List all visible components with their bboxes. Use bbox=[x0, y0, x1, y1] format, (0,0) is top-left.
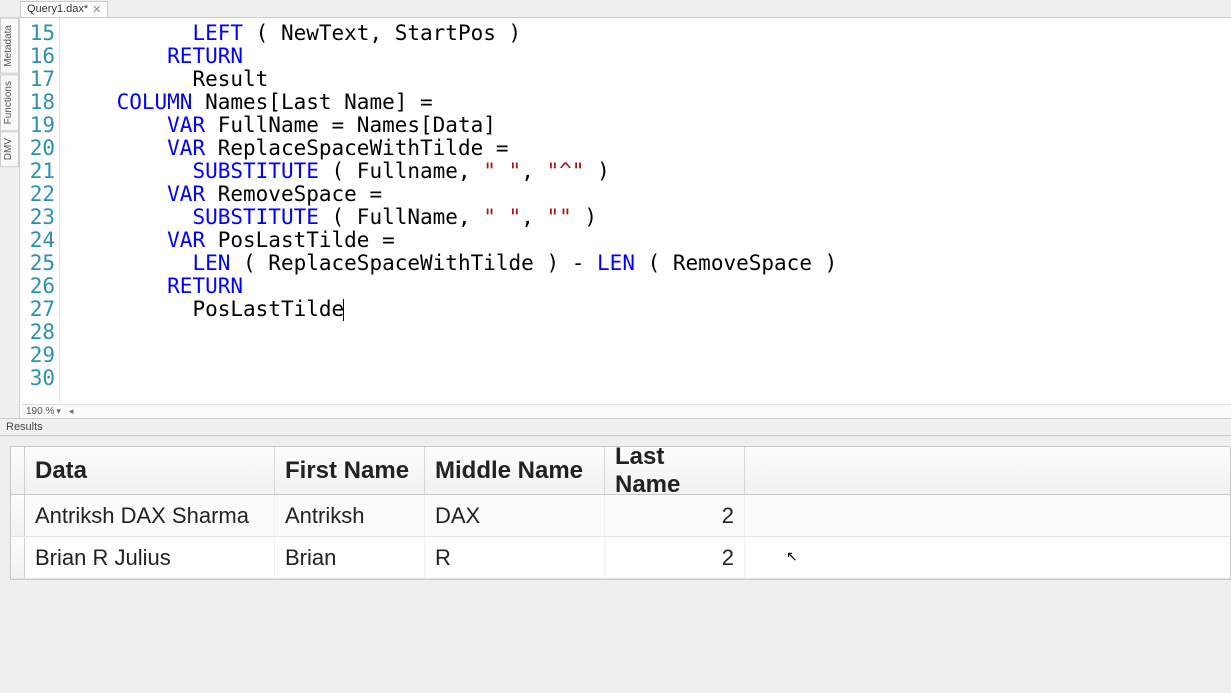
table-row[interactable]: Brian R JuliusBrianR2 bbox=[11, 537, 1230, 579]
line-number: 20 bbox=[20, 137, 55, 160]
text-caret bbox=[343, 299, 344, 321]
code-content[interactable]: LEFT ( NewText, StartPos ) RETURN Result… bbox=[60, 18, 1231, 418]
zoom-level[interactable]: 190 % bbox=[26, 406, 54, 417]
cell[interactable]: 2 bbox=[605, 537, 745, 578]
code-line[interactable]: VAR FullName = Names[Data] bbox=[66, 114, 1231, 137]
code-line[interactable]: VAR RemoveSpace = bbox=[66, 183, 1231, 206]
col-header-last-name[interactable]: Last Name bbox=[605, 447, 745, 494]
tab-title: Query1.dax* bbox=[27, 3, 88, 15]
line-number: 16 bbox=[20, 45, 55, 68]
code-line[interactable]: Result bbox=[66, 68, 1231, 91]
code-editor[interactable]: Metadata Functions DMV 15161718192021222… bbox=[0, 18, 1231, 418]
results-grid[interactable]: Data First Name Middle Name Last Name An… bbox=[10, 446, 1231, 580]
table-row[interactable]: Antriksh DAX SharmaAntrikshDAX2 bbox=[11, 495, 1230, 537]
row-handle-header bbox=[11, 447, 25, 494]
code-line[interactable]: LEFT ( NewText, StartPos ) bbox=[66, 22, 1231, 45]
col-header-data[interactable]: Data bbox=[25, 447, 275, 494]
side-tab-strip: Metadata Functions DMV bbox=[0, 18, 20, 418]
zoom-bar: 190 % ▾ ◂ bbox=[22, 404, 1231, 418]
code-line[interactable]: SUBSTITUTE ( Fullname, " ", "^" ) bbox=[66, 160, 1231, 183]
code-line[interactable]: VAR ReplaceSpaceWithTilde = bbox=[66, 137, 1231, 160]
line-number: 15 bbox=[20, 22, 55, 45]
file-tab[interactable]: Query1.dax* ✕ bbox=[20, 1, 108, 17]
line-number: 24 bbox=[20, 229, 55, 252]
cell[interactable] bbox=[745, 495, 1230, 536]
side-tab-metadata[interactable]: Metadata bbox=[0, 18, 19, 74]
line-number: 19 bbox=[20, 114, 55, 137]
line-number: 29 bbox=[20, 344, 55, 367]
code-line[interactable] bbox=[66, 344, 1231, 367]
cell[interactable]: Brian R Julius bbox=[25, 537, 275, 578]
results-panel-header[interactable]: Results bbox=[0, 418, 1231, 436]
code-line[interactable] bbox=[66, 321, 1231, 344]
scroll-left-icon[interactable]: ◂ bbox=[69, 406, 74, 417]
tab-bar: Query1.dax* ✕ bbox=[0, 0, 1231, 18]
cell[interactable]: Brian bbox=[275, 537, 425, 578]
col-header-middle-name[interactable]: Middle Name bbox=[425, 447, 605, 494]
col-header-spacer bbox=[745, 447, 1230, 494]
cell[interactable] bbox=[745, 537, 1230, 578]
line-number: 21 bbox=[20, 160, 55, 183]
code-line[interactable]: LEN ( ReplaceSpaceWithTilde ) - LEN ( Re… bbox=[66, 252, 1231, 275]
chevron-down-icon[interactable]: ▾ bbox=[56, 406, 61, 417]
code-line[interactable]: SUBSTITUTE ( FullName, " ", "" ) bbox=[66, 206, 1231, 229]
code-line[interactable]: RETURN bbox=[66, 275, 1231, 298]
results-label: Results bbox=[6, 421, 43, 433]
col-header-first-name[interactable]: First Name bbox=[275, 447, 425, 494]
code-line[interactable]: PosLastTilde bbox=[66, 298, 1231, 321]
line-number: 26 bbox=[20, 275, 55, 298]
code-line[interactable]: VAR PosLastTilde = bbox=[66, 229, 1231, 252]
row-handle[interactable] bbox=[11, 495, 25, 536]
line-number: 27 bbox=[20, 298, 55, 321]
code-line[interactable]: RETURN bbox=[66, 45, 1231, 68]
cell[interactable]: DAX bbox=[425, 495, 605, 536]
line-number: 17 bbox=[20, 68, 55, 91]
line-number: 22 bbox=[20, 183, 55, 206]
line-number: 18 bbox=[20, 91, 55, 114]
code-line[interactable] bbox=[66, 367, 1231, 390]
cell[interactable]: R bbox=[425, 537, 605, 578]
grid-header-row: Data First Name Middle Name Last Name bbox=[11, 447, 1230, 495]
line-number: 28 bbox=[20, 321, 55, 344]
cell[interactable]: Antriksh bbox=[275, 495, 425, 536]
side-tab-functions[interactable]: Functions bbox=[0, 74, 19, 131]
row-handle[interactable] bbox=[11, 537, 25, 578]
close-icon[interactable]: ✕ bbox=[92, 3, 101, 16]
line-number: 25 bbox=[20, 252, 55, 275]
cell[interactable]: Antriksh DAX Sharma bbox=[25, 495, 275, 536]
code-line[interactable]: COLUMN Names[Last Name] = bbox=[66, 91, 1231, 114]
line-number: 30 bbox=[20, 367, 55, 390]
line-number: 23 bbox=[20, 206, 55, 229]
line-number-gutter: 15161718192021222324252627282930 bbox=[20, 18, 60, 418]
results-panel: Data First Name Middle Name Last Name An… bbox=[0, 436, 1231, 693]
side-tab-dmv[interactable]: DMV bbox=[0, 131, 19, 167]
cell[interactable]: 2 bbox=[605, 495, 745, 536]
